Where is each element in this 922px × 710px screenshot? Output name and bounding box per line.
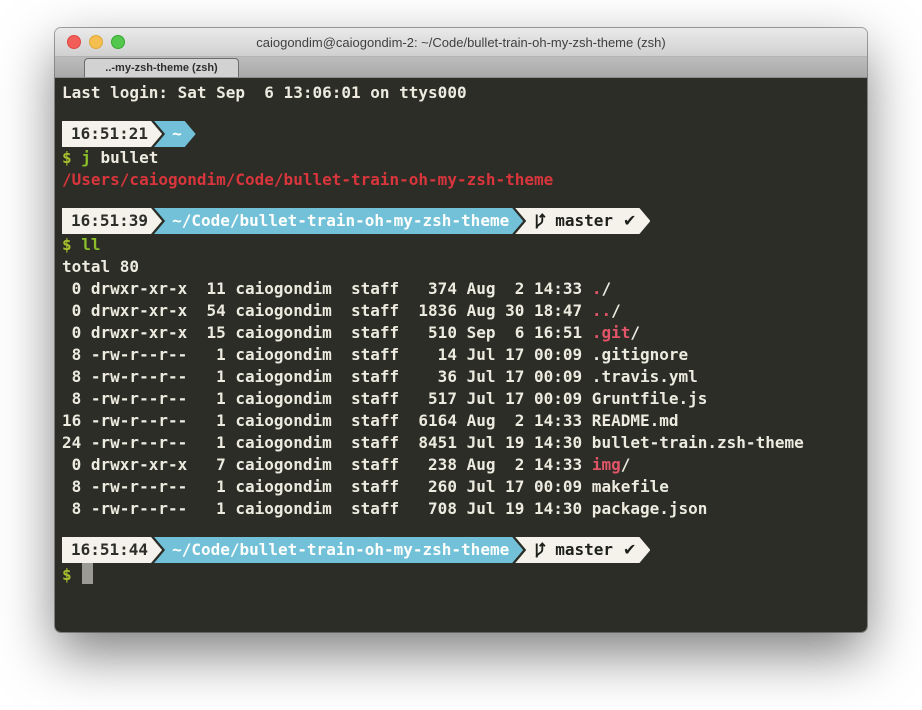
ls-row: 0 drwxr-xr-x 15 caiogondim staff 510 Sep… [62,322,867,344]
prompt-time-segment: 16:51:39 [62,208,162,234]
prompt-time: 16:51:21 [71,123,148,145]
ls-row: 8 -rw-r--r-- 1 caiogondim staff 260 Jul … [62,476,867,498]
prompt-time: 16:51:44 [71,539,148,561]
ls-row: 8 -rw-r--r-- 1 caiogondim staff 517 Jul … [62,388,867,410]
terminal-cursor [82,563,93,584]
prompt-char: $ [62,565,72,584]
prompt-time: 16:51:39 [71,210,148,232]
prompt-line-1: 16:51:21 ~ [62,121,867,147]
git-branch-name: master [555,210,613,232]
prompt-dir-segment: ~/Code/bullet-train-oh-my-zsh-theme [154,208,523,234]
ls-row: 16 -rw-r--r-- 1 caiogondim staff 6164 Au… [62,410,867,432]
ls-row: 24 -rw-r--r-- 1 caiogondim staff 8451 Ju… [62,432,867,454]
autojump-output-path: /Users/caiogondim/Code/bullet-train-oh-m… [62,169,867,191]
prompt-line-3: 16:51:44 ~/Code/bullet-train-oh-my-zsh-t… [62,537,867,563]
window-titlebar[interactable]: caiogondim@caiogondim-2: ~/Code/bullet-t… [55,28,867,57]
prompt-git-segment: master ✔ [515,537,650,563]
window-title: caiogondim@caiogondim-2: ~/Code/bullet-t… [256,35,666,50]
command-argument: bullet [91,148,158,167]
ls-row: 0 drwxr-xr-x 11 caiogondim staff 374 Aug… [62,278,867,300]
git-clean-check-icon: ✔ [623,210,636,232]
tab-label: ..-my-zsh-theme (zsh) [105,62,217,74]
git-branch-icon [533,213,546,230]
last-login-line: Last login: Sat Sep 6 13:06:01 on ttys00… [62,82,867,104]
desktop: caiogondim@caiogondim-2: ~/Code/bullet-t… [0,0,922,710]
prompt-dir: ~/Code/bullet-train-oh-my-zsh-theme [172,210,509,232]
traffic-lights [67,28,125,56]
prompt-dir: ~ [172,123,182,145]
git-branch-name: master [555,539,613,561]
tab-zsh[interactable]: ..-my-zsh-theme (zsh) [84,58,239,77]
ls-row: 0 drwxr-xr-x 7 caiogondim staff 238 Aug … [62,454,867,476]
zoom-button[interactable] [111,35,125,49]
terminal-content[interactable]: Last login: Sat Sep 6 13:06:01 on ttys00… [55,78,867,632]
ls-row: 8 -rw-r--r-- 1 caiogondim staff 14 Jul 1… [62,344,867,366]
terminal-window: caiogondim@caiogondim-2: ~/Code/bullet-t… [55,28,867,632]
directory-name: .. [592,301,611,320]
ls-total-line: total 80 [62,256,867,278]
ls-row: 0 drwxr-xr-x 54 caiogondim staff 1836 Au… [62,300,867,322]
prompt-time-segment: 16:51:21 [62,121,162,147]
command-text: j [72,148,91,167]
close-button[interactable] [67,35,81,49]
command-text: ll [72,235,101,254]
directory-name: img [592,455,621,474]
prompt-char: $ [62,235,72,254]
prompt-time-segment: 16:51:44 [62,537,162,563]
prompt-line-2: 16:51:39 ~/Code/bullet-train-oh-my-zsh-t… [62,208,867,234]
prompt-char: $ [62,148,72,167]
git-clean-check-icon: ✔ [623,539,636,561]
ls-row: 8 -rw-r--r-- 1 caiogondim staff 36 Jul 1… [62,366,867,388]
directory-name: .git [592,323,631,342]
prompt-dir-segment: ~/Code/bullet-train-oh-my-zsh-theme [154,537,523,563]
prompt-git-segment: master ✔ [515,208,650,234]
current-command-line[interactable]: $ [62,563,867,585]
command-line-1: $ j bullet [62,147,867,169]
ls-row: 8 -rw-r--r-- 1 caiogondim staff 708 Jul … [62,498,867,520]
tab-bar: ..-my-zsh-theme (zsh) [55,57,867,78]
directory-name: . [592,279,602,298]
minimize-button[interactable] [89,35,103,49]
prompt-dir: ~/Code/bullet-train-oh-my-zsh-theme [172,539,509,561]
command-line-2: $ ll [62,234,867,256]
git-branch-icon [533,542,546,559]
